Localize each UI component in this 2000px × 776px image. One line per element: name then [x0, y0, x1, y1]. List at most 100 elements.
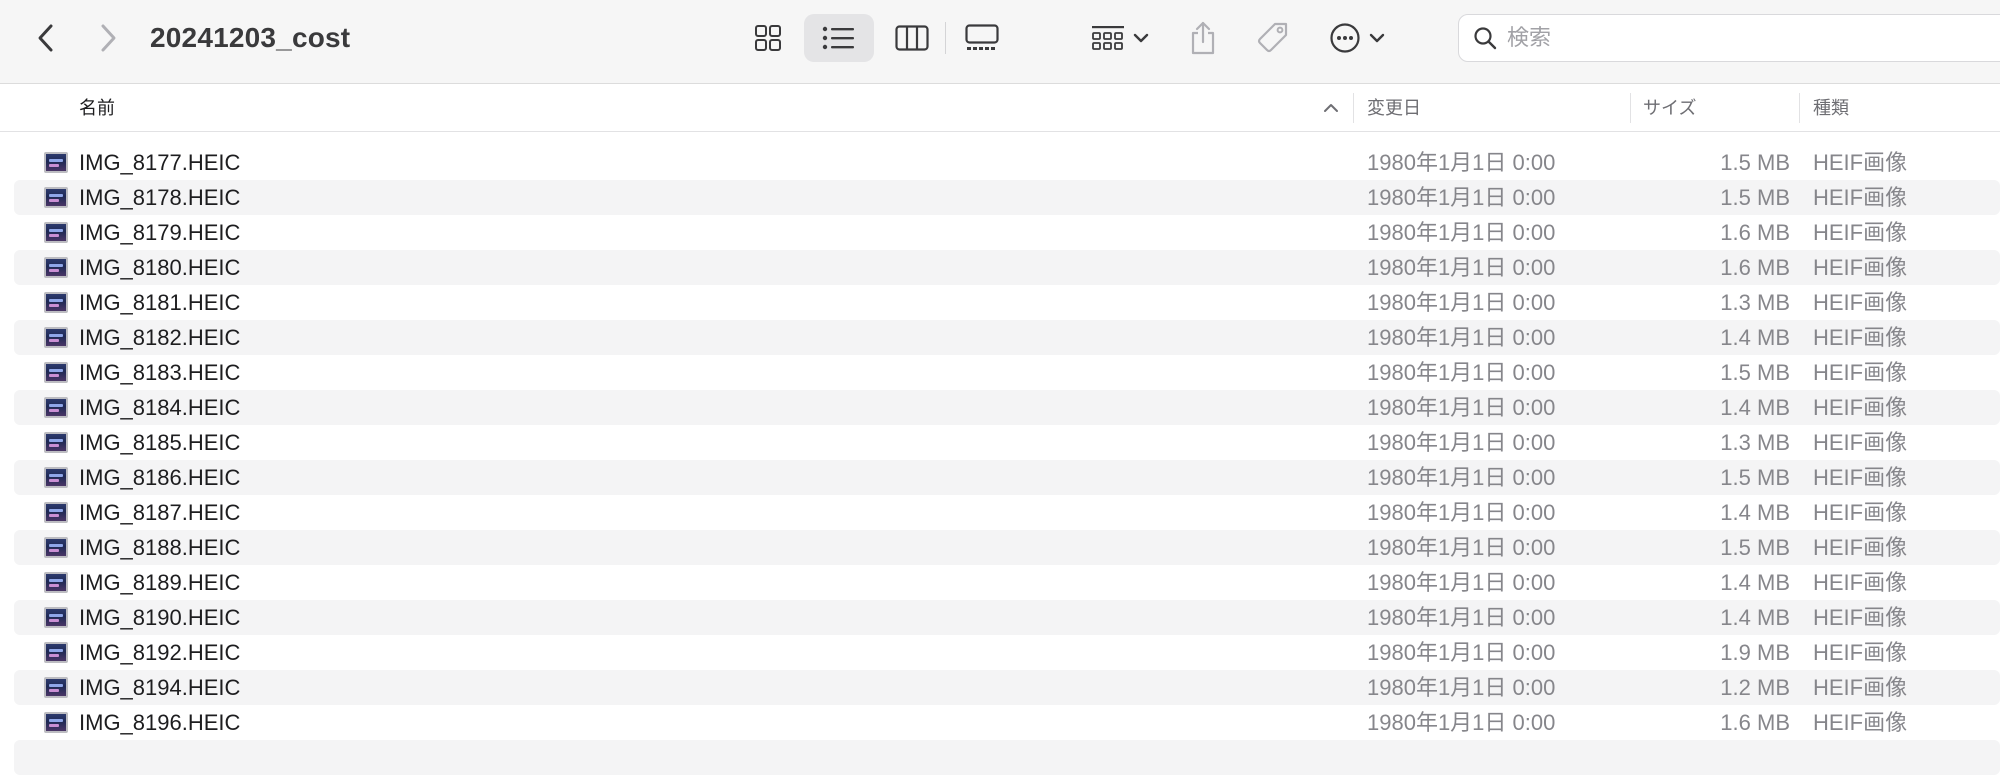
file-kind: HEIF画像 [1813, 395, 1908, 420]
heic-image-thumbnail-icon [44, 362, 68, 383]
file-size: 1.5 MB [1720, 150, 1790, 175]
heic-image-thumbnail-icon [44, 187, 68, 208]
search-input[interactable] [1507, 25, 1907, 51]
chevron-down-icon [1369, 33, 1385, 43]
file-row[interactable]: IMG_8185.HEIC 1980年1月1日 0:00 1.3 MB HEIF画像 [14, 425, 2000, 460]
list-view-icon [822, 26, 854, 50]
file-name: IMG_8187.HEIC [79, 500, 241, 525]
column-header-kind[interactable]: 種類 [1813, 85, 1849, 131]
file-size: 1.5 MB [1720, 535, 1790, 560]
file-name: IMG_8178.HEIC [79, 185, 241, 210]
file-kind: HEIF画像 [1813, 360, 1908, 385]
group-by-icon [1092, 26, 1124, 50]
heic-image-thumbnail-icon [44, 712, 68, 733]
file-name: IMG_8190.HEIC [79, 605, 241, 630]
file-kind: HEIF画像 [1813, 710, 1908, 735]
column-divider[interactable] [1630, 93, 1631, 123]
heic-image-thumbnail-icon [44, 432, 68, 453]
column-view-button[interactable] [888, 16, 936, 60]
file-name: IMG_8181.HEIC [79, 290, 241, 315]
back-button[interactable] [26, 18, 66, 58]
file-size: 1.4 MB [1720, 605, 1790, 630]
forward-button[interactable] [88, 18, 128, 58]
heic-image-thumbnail-icon [44, 607, 68, 628]
file-name: IMG_8188.HEIC [79, 535, 241, 560]
file-row[interactable]: IMG_8192.HEIC 1980年1月1日 0:00 1.9 MB HEIF画像 [14, 635, 2000, 670]
search-field[interactable] [1458, 14, 2000, 62]
file-name: IMG_8183.HEIC [79, 360, 241, 385]
file-size: 1.4 MB [1720, 500, 1790, 525]
tag-button[interactable] [1250, 16, 1296, 60]
gallery-view-button[interactable] [958, 16, 1006, 60]
file-name: IMG_8186.HEIC [79, 465, 241, 490]
file-row[interactable]: IMG_8187.HEIC 1980年1月1日 0:00 1.4 MB HEIF画像 [14, 495, 2000, 530]
chevron-right-icon [101, 24, 116, 52]
file-kind: HEIF画像 [1813, 290, 1908, 315]
toolbar: 20241203_cost [0, 0, 2000, 84]
ellipsis-circle-icon [1330, 23, 1360, 53]
heic-image-thumbnail-icon [44, 222, 68, 243]
file-kind: HEIF画像 [1813, 185, 1908, 210]
file-row[interactable]: IMG_8188.HEIC 1980年1月1日 0:00 1.5 MB HEIF画像 [14, 530, 2000, 565]
file-name: IMG_8185.HEIC [79, 430, 241, 455]
file-row[interactable]: IMG_8186.HEIC 1980年1月1日 0:00 1.5 MB HEIF画像 [14, 460, 2000, 495]
file-row[interactable]: IMG_8177.HEIC 1980年1月1日 0:00 1.5 MB HEIF画像 [14, 145, 2000, 180]
file-row[interactable]: IMG_8181.HEIC 1980年1月1日 0:00 1.3 MB HEIF画像 [14, 285, 2000, 320]
heic-image-thumbnail-icon [44, 677, 68, 698]
file-kind: HEIF画像 [1813, 430, 1908, 455]
file-kind: HEIF画像 [1813, 570, 1908, 595]
file-size: 1.4 MB [1720, 325, 1790, 350]
file-size: 1.6 MB [1720, 710, 1790, 735]
group-by-button[interactable] [1086, 16, 1154, 60]
file-size: 1.3 MB [1720, 290, 1790, 315]
share-icon [1191, 21, 1215, 55]
column-header-date[interactable]: 変更日 [1367, 85, 1421, 131]
chevron-down-icon [1133, 33, 1149, 43]
empty-row [14, 740, 2000, 775]
file-row[interactable]: IMG_8194.HEIC 1980年1月1日 0:00 1.2 MB HEIF画像 [14, 670, 2000, 705]
file-list: IMG_8177.HEIC 1980年1月1日 0:00 1.5 MB HEIF画像 I… [14, 145, 2000, 775]
file-size: 1.5 MB [1720, 360, 1790, 385]
file-row[interactable]: IMG_8184.HEIC 1980年1月1日 0:00 1.4 MB HEIF画像 [14, 390, 2000, 425]
column-header-name[interactable]: 名前 [79, 85, 115, 131]
file-size: 1.4 MB [1720, 570, 1790, 595]
file-row[interactable]: IMG_8180.HEIC 1980年1月1日 0:00 1.6 MB HEIF画像 [14, 250, 2000, 285]
file-name: IMG_8182.HEIC [79, 325, 241, 350]
file-row[interactable]: IMG_8189.HEIC 1980年1月1日 0:00 1.4 MB HEIF画像 [14, 565, 2000, 600]
file-row[interactable]: IMG_8196.HEIC 1980年1月1日 0:00 1.6 MB HEIF画像 [14, 705, 2000, 740]
file-row[interactable]: IMG_8183.HEIC 1980年1月1日 0:00 1.5 MB HEIF画像 [14, 355, 2000, 390]
file-size: 1.6 MB [1720, 220, 1790, 245]
sort-ascending-icon[interactable] [1322, 99, 1340, 117]
file-row[interactable]: IMG_8182.HEIC 1980年1月1日 0:00 1.4 MB HEIF画像 [14, 320, 2000, 355]
file-size: 1.4 MB [1720, 395, 1790, 420]
file-size: 1.5 MB [1720, 185, 1790, 210]
column-header-size[interactable]: サイズ [1643, 85, 1696, 131]
heic-image-thumbnail-icon [44, 572, 68, 593]
file-name: IMG_8179.HEIC [79, 220, 241, 245]
heic-image-thumbnail-icon [44, 292, 68, 313]
column-divider[interactable] [1353, 93, 1354, 123]
heic-image-thumbnail-icon [44, 397, 68, 418]
file-kind: HEIF画像 [1813, 325, 1908, 350]
file-size: 1.9 MB [1720, 640, 1790, 665]
icon-view-button[interactable] [744, 16, 792, 60]
file-row[interactable]: IMG_8179.HEIC 1980年1月1日 0:00 1.6 MB HEIF画像 [14, 215, 2000, 250]
search-icon [1474, 27, 1497, 50]
file-kind: HEIF画像 [1813, 640, 1908, 665]
more-actions-button[interactable] [1326, 16, 1388, 60]
heic-image-thumbnail-icon [44, 642, 68, 663]
file-name: IMG_8184.HEIC [79, 395, 241, 420]
file-kind: HEIF画像 [1813, 220, 1908, 245]
heic-image-thumbnail-icon [44, 257, 68, 278]
file-size: 1.3 MB [1720, 430, 1790, 455]
list-view-button[interactable] [804, 14, 874, 62]
file-kind: HEIF画像 [1813, 500, 1908, 525]
file-name: IMG_8180.HEIC [79, 255, 241, 280]
file-name: IMG_8177.HEIC [79, 150, 241, 175]
column-divider[interactable] [1799, 93, 1800, 123]
share-button[interactable] [1180, 14, 1226, 62]
file-kind: HEIF画像 [1813, 150, 1908, 175]
column-view-icon [895, 25, 929, 51]
file-row[interactable]: IMG_8190.HEIC 1980年1月1日 0:00 1.4 MB HEIF画像 [14, 600, 2000, 635]
file-row[interactable]: IMG_8178.HEIC 1980年1月1日 0:00 1.5 MB HEIF画像 [14, 180, 2000, 215]
